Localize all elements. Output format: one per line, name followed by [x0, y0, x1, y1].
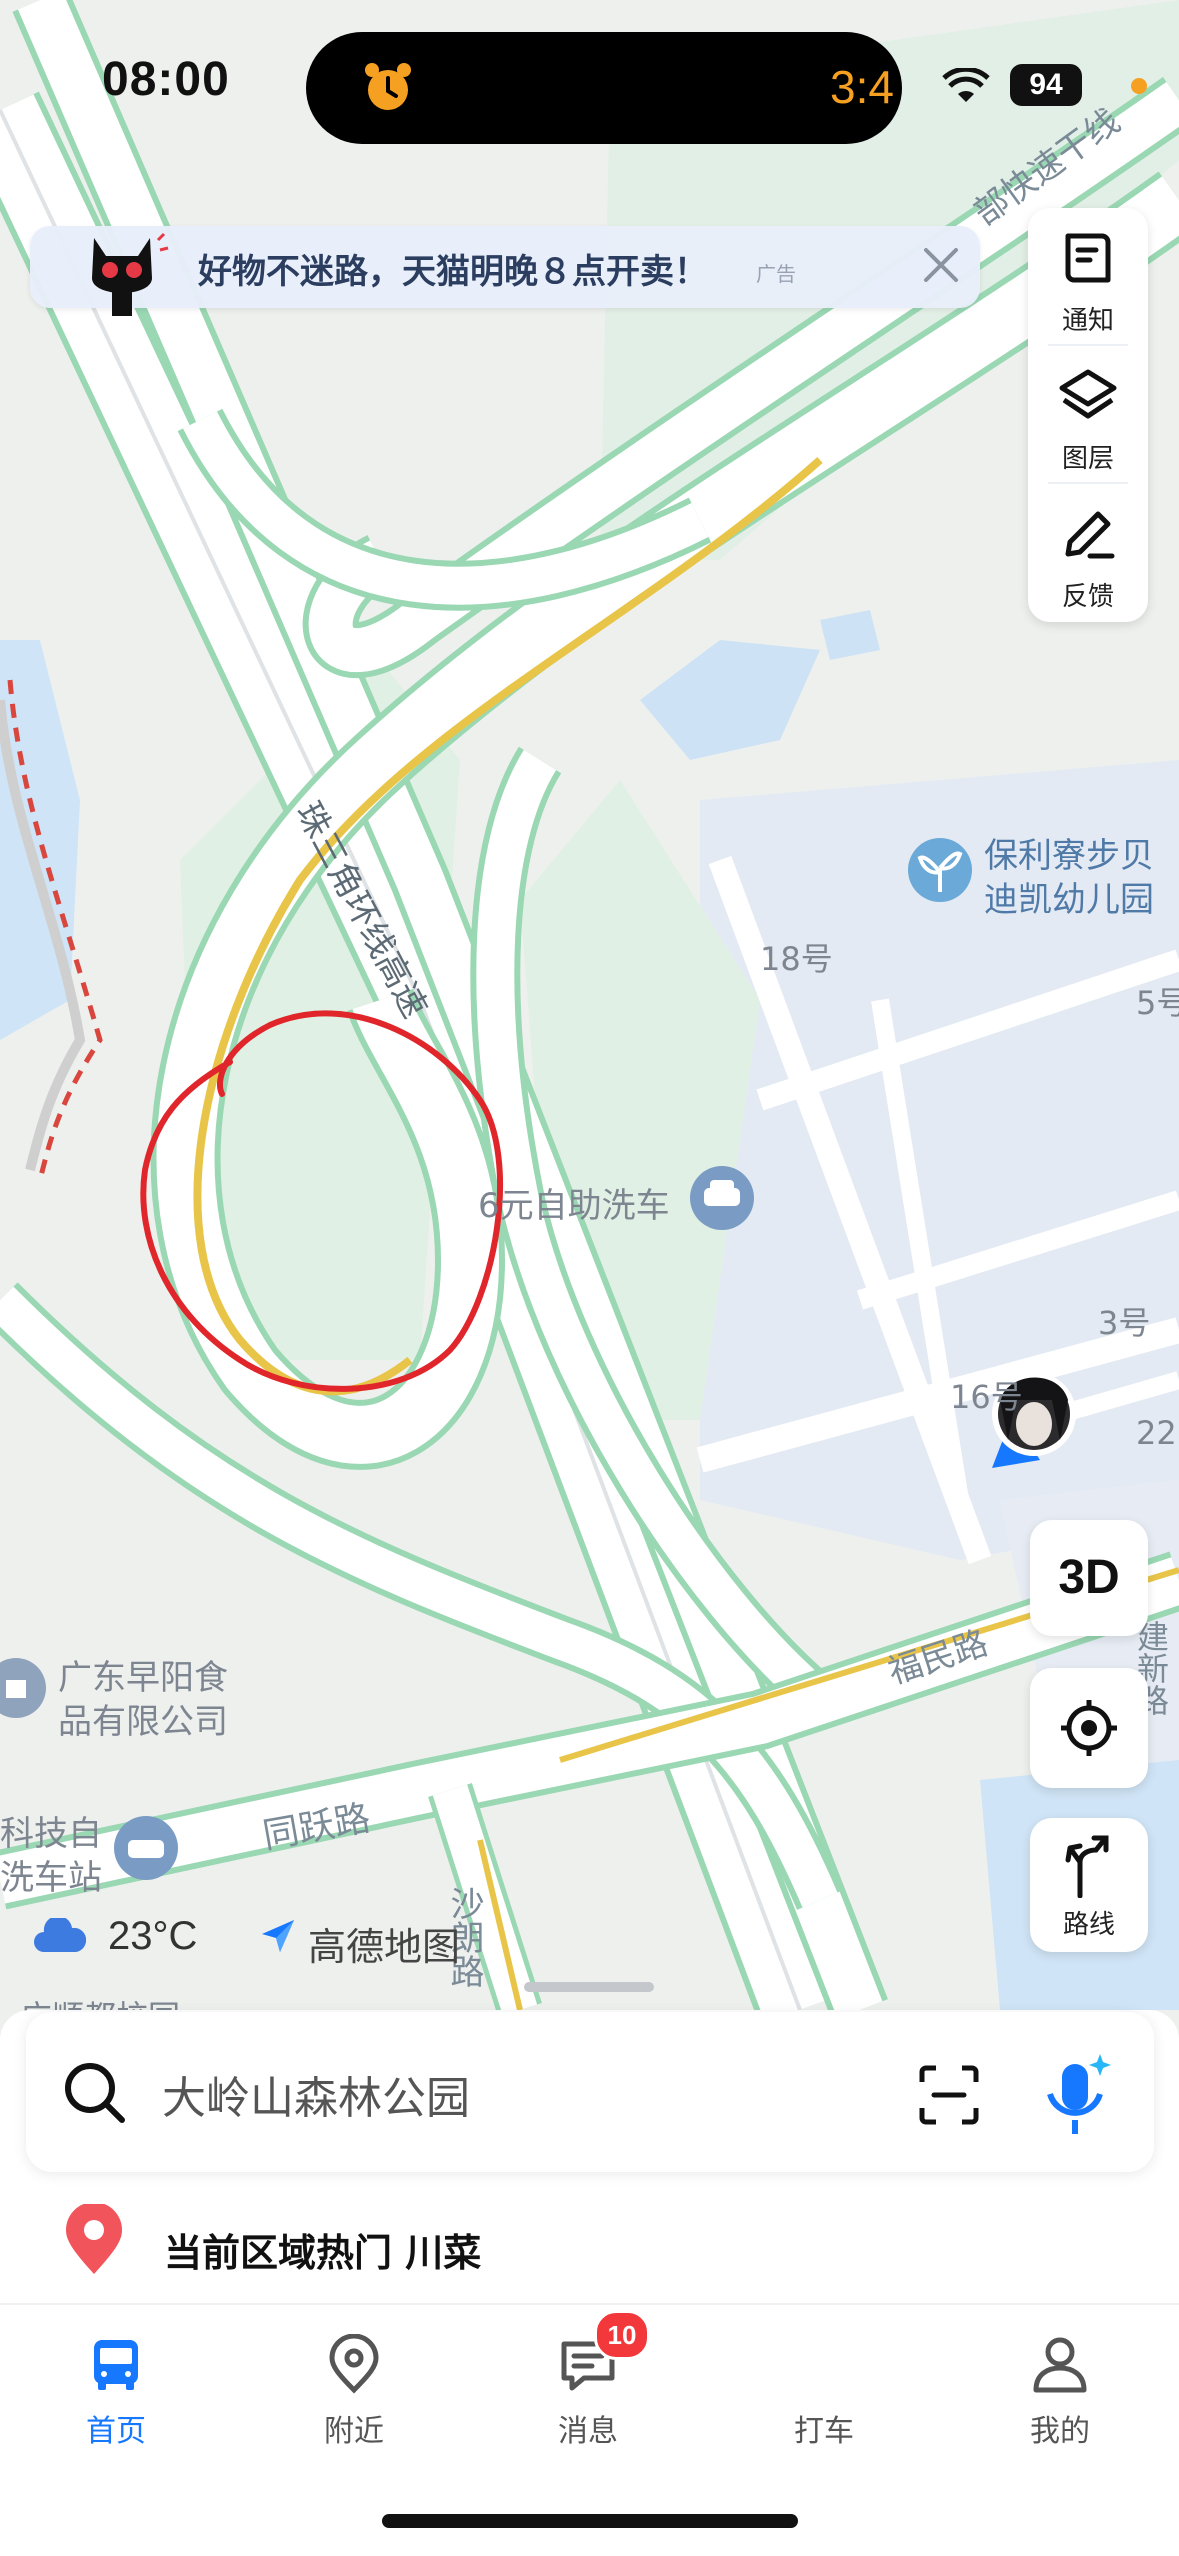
locate-crosshair-icon	[1061, 1700, 1117, 1756]
building-18-label: 18号	[760, 940, 833, 978]
wifi-icon	[942, 68, 990, 102]
amap-logo-icon	[262, 1920, 294, 1952]
search-bar[interactable]: 大岭山森林公园	[26, 2012, 1154, 2172]
edit-pencil-icon	[1065, 511, 1115, 559]
battery-indicator: 94	[1010, 64, 1082, 106]
layers-label: 图层	[1061, 444, 1114, 474]
voice-mic-icon[interactable]	[1036, 2050, 1116, 2138]
wash-station-label-1[interactable]: 科技自	[0, 1806, 102, 1855]
ad-banner[interactable]: 好物不迷路，天猫明晚８点开卖！ 广告	[30, 226, 980, 316]
tmall-cat-icon	[92, 232, 169, 316]
timer-text: 3:4	[830, 61, 894, 113]
feedback-button[interactable]: 反馈	[1028, 484, 1148, 620]
alarm-clock-icon	[365, 63, 411, 110]
tab-messages-label: 消息	[558, 2414, 618, 2449]
kindergarten-label-1[interactable]: 保利寮步贝	[984, 828, 1154, 877]
tab-profile-label: 我的	[1030, 2414, 1090, 2449]
tab-home-label: 首页	[86, 2414, 146, 2449]
car-wash-poi-icon[interactable]	[690, 1166, 754, 1230]
route-arrow-icon	[1065, 1835, 1109, 1898]
tab-taxi[interactable]: 打车	[744, 2310, 904, 2470]
food-company-label-2[interactable]: 品有限公司	[58, 1694, 228, 1743]
tab-bar: 首页 附近 消息 10 打车 我的	[0, 2310, 1179, 2490]
kindergarten-label-2[interactable]: 迪凯幼儿园	[984, 872, 1154, 921]
search-icon	[65, 2063, 125, 2123]
hot-topic-text: 当前区域热门 川菜	[164, 2231, 482, 2275]
building-3-label: 3号	[1098, 1304, 1151, 1342]
route-button[interactable]: 路线	[1030, 1818, 1148, 1952]
cloud-icon	[34, 1918, 86, 1952]
location-pin-icon	[66, 2204, 122, 2274]
tab-messages[interactable]: 消息 10	[508, 2310, 668, 2470]
tab-home[interactable]: 首页	[36, 2310, 196, 2470]
tab-divider	[0, 2303, 1179, 2305]
search-input[interactable]: 大岭山森林公园	[162, 2062, 470, 2126]
food-company-label-1[interactable]: 广东早阳食	[58, 1650, 228, 1699]
layers-button[interactable]: 图层	[1028, 346, 1148, 482]
building-16-label: 16号	[950, 1378, 1023, 1416]
building-5-label: 5号	[1136, 984, 1179, 1022]
route-label: 路线	[1062, 1910, 1115, 1940]
ad-tag: 广告	[756, 262, 796, 286]
tab-profile[interactable]: 我的	[980, 2310, 1140, 2470]
layers-icon	[1059, 369, 1117, 419]
close-icon[interactable]	[918, 242, 964, 288]
notice-label: 通知	[1061, 306, 1114, 336]
locate-button[interactable]	[1030, 1668, 1148, 1788]
tab-nearby[interactable]: 附近	[274, 2310, 434, 2470]
car-wash-label[interactable]: 6元自助洗车	[478, 1178, 670, 1227]
kindergarten-poi-icon[interactable]	[908, 838, 972, 902]
feedback-label: 反馈	[1061, 582, 1114, 612]
status-bar: 08:00 3:4 94	[0, 0, 1179, 170]
building-22-label: 22	[1136, 1414, 1177, 1452]
bus-icon	[94, 2340, 138, 2390]
home-indicator[interactable]	[382, 2514, 798, 2528]
sheet-drag-handle[interactable]	[524, 1982, 654, 1992]
recording-dot-icon	[1131, 78, 1147, 94]
3d-toggle-button[interactable]: 3D	[1030, 1520, 1148, 1636]
3d-label: 3D	[1058, 1551, 1120, 1604]
notice-icon	[1065, 233, 1111, 283]
tab-taxi-label: 打车	[794, 2414, 854, 2449]
nearby-pin-icon	[329, 2334, 379, 2394]
message-count-badge: 10	[594, 2310, 650, 2360]
ad-text: 好物不迷路，天猫明晚８点开卖！	[198, 252, 708, 292]
notice-button[interactable]: 通知	[1028, 208, 1148, 344]
dynamic-island[interactable]: 3:4	[306, 32, 902, 144]
wash-station-label-2[interactable]: 洗车站	[0, 1850, 102, 1899]
map-tool-panel: 通知 图层 反馈	[1028, 208, 1148, 622]
temperature: 23°C	[108, 1914, 198, 1958]
user-icon	[1033, 2337, 1087, 2393]
amap-brand-name: 高德地图	[308, 1925, 461, 1969]
wash-station-poi-icon[interactable]	[114, 1816, 178, 1880]
status-time: 08:00	[102, 53, 230, 106]
tab-nearby-label: 附近	[324, 2414, 384, 2449]
scan-icon[interactable]	[918, 2064, 980, 2126]
